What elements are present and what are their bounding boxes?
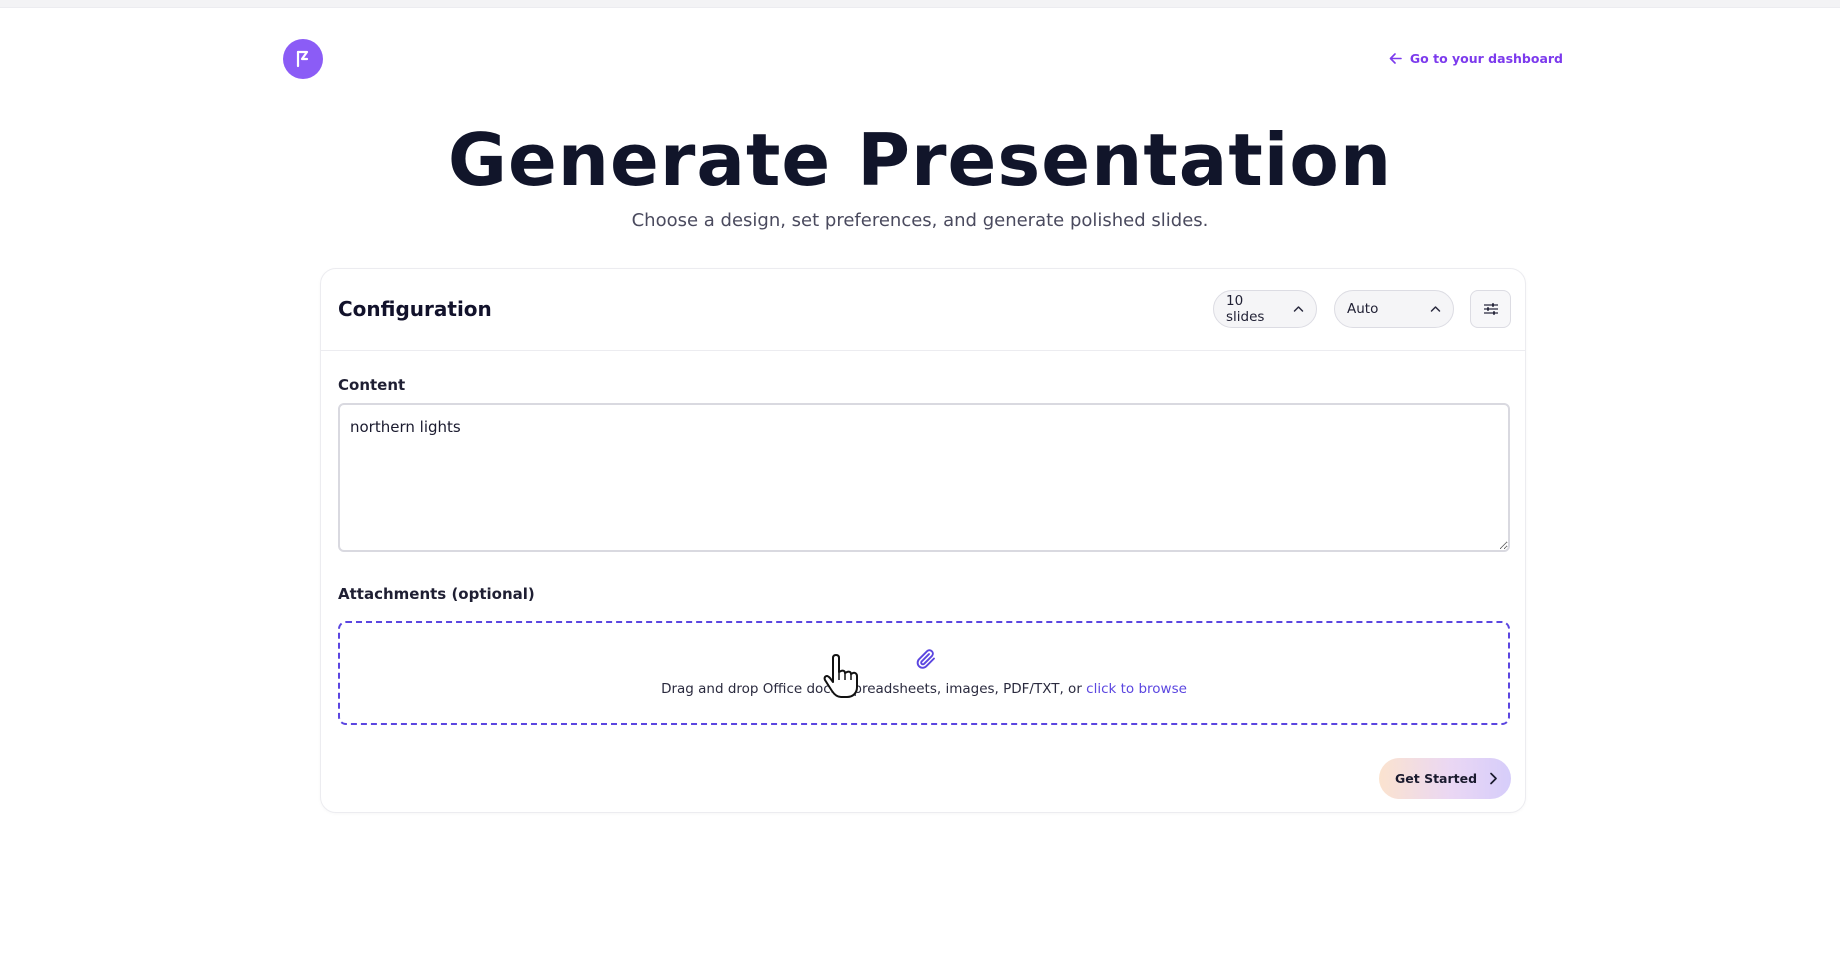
configuration-title: Configuration [338, 297, 492, 321]
dropzone-instructions: Drag and drop Office docs, spreadsheets,… [661, 681, 1087, 697]
sliders-icon [1483, 303, 1498, 315]
dashboard-link-label: Go to your dashboard [1409, 51, 1563, 66]
chevron-right-icon [1490, 772, 1497, 785]
content-label: Content [338, 376, 406, 394]
page-title: Generate Presentation [447, 118, 1393, 202]
slides-count-select[interactable]: 10 slides [1213, 290, 1317, 328]
configuration-card: Configuration 10 slides Auto Content nor… [320, 268, 1526, 813]
chevron-up-icon [1430, 303, 1441, 316]
theme-select-value: Auto [1347, 301, 1379, 317]
dropzone-text: Drag and drop Office docs, spreadsheets,… [340, 681, 1508, 697]
slides-count-value: 10 slides [1226, 293, 1265, 325]
page-subtitle: Choose a design, set preferences, and ge… [631, 210, 1209, 231]
browse-link[interactable]: click to browse [1086, 681, 1187, 697]
paperclip-icon [916, 649, 935, 669]
advanced-settings-button[interactable] [1470, 290, 1511, 328]
app-logo[interactable] [283, 39, 323, 79]
top-strip [0, 0, 1840, 8]
card-header: Configuration 10 slides Auto [321, 269, 1525, 351]
presentation-logo-icon [296, 50, 309, 68]
attachments-label: Attachments (optional) [338, 585, 535, 603]
attachments-dropzone[interactable]: Drag and drop Office docs, spreadsheets,… [338, 621, 1510, 725]
content-textarea[interactable]: northern lights [338, 403, 1510, 552]
get-started-button[interactable]: Get Started [1379, 758, 1511, 799]
chevron-up-icon [1293, 303, 1304, 316]
get-started-label: Get Started [1395, 771, 1478, 786]
theme-select[interactable]: Auto [1334, 290, 1454, 328]
arrow-left-icon [1389, 53, 1402, 64]
dashboard-link[interactable]: Go to your dashboard [1389, 51, 1563, 66]
